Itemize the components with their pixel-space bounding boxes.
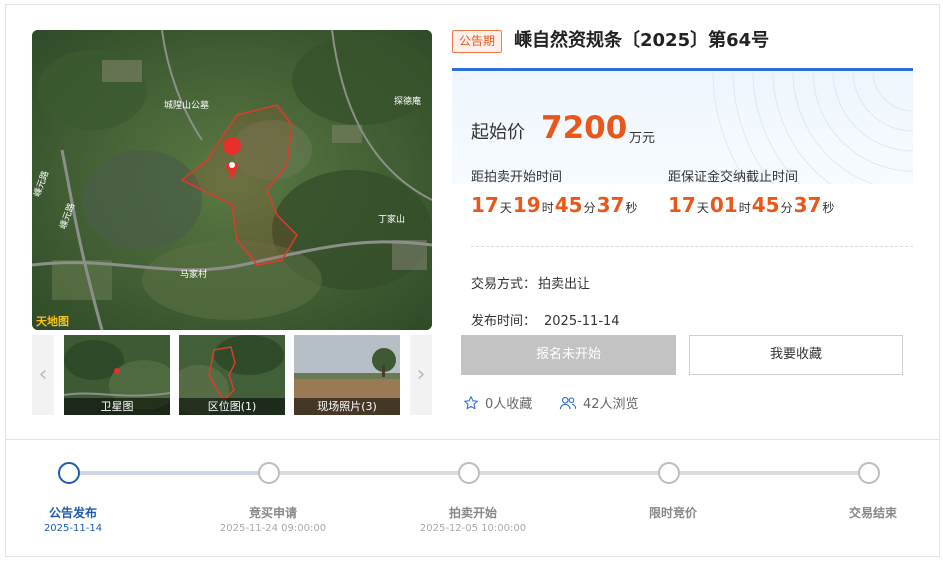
- price-unit: 万元: [629, 131, 656, 146]
- chevron-left-icon: ‹: [38, 362, 48, 387]
- map-label-1: 城隍山公墓: [164, 99, 209, 111]
- price-value: 7200: [541, 110, 628, 146]
- progress-step-name: 交易结束: [848, 506, 897, 520]
- trade-method-row: 交易方式： 拍卖出让: [471, 273, 590, 292]
- status-badge: 公告期: [452, 30, 503, 53]
- countdown-hours: 19: [512, 193, 541, 217]
- progress-node-end: [858, 462, 880, 484]
- users-icon: [559, 396, 577, 409]
- publish-time-label: 发布时间：: [471, 314, 537, 329]
- trade-method-label: 交易方式：: [471, 277, 537, 292]
- thumbnail-location[interactable]: 区位图(1): [179, 335, 285, 415]
- map-label-4: 马家村: [180, 268, 207, 280]
- publish-time-row: 发布时间： 2025-11-14: [471, 310, 620, 329]
- progress-step-name: 公告发布: [48, 506, 97, 520]
- progress-node-auction: [458, 462, 480, 484]
- countdown-days: 17: [668, 193, 696, 217]
- countdown-minutes: 45: [554, 193, 583, 217]
- progress-step-name: 限时竞价: [648, 506, 697, 520]
- countdown-auction: 17天19时45分37秒: [471, 193, 638, 217]
- register-button[interactable]: 报名未开始: [461, 335, 676, 375]
- chevron-right-icon: ›: [416, 362, 426, 387]
- countdown-deposit: 17天01时45分37秒: [668, 193, 835, 217]
- progress-step-date: 2025-11-24 09:00:00: [219, 523, 327, 534]
- favorites-text: 0人收藏: [485, 397, 533, 412]
- views-count: 42人浏览: [559, 393, 639, 412]
- satellite-map-image[interactable]: 城隍山公墓 探德庵 丁家山 马家村 嵊元路 嵊元路 天地图: [32, 30, 432, 330]
- progress-step-name: 竞买申请: [248, 506, 297, 520]
- progress-node-bidding: [658, 462, 680, 484]
- dashed-divider: [471, 246, 913, 247]
- views-text: 42人浏览: [583, 397, 639, 412]
- progress-line: [680, 471, 860, 475]
- thumbnail-caption: 现场照片(3): [294, 398, 400, 415]
- thumbnail-caption: 卫星图: [64, 398, 170, 415]
- card-divider: [5, 439, 940, 440]
- progress-node-publish: [58, 462, 80, 484]
- price-label: 起始价: [471, 122, 525, 143]
- favorites-count[interactable]: 0人收藏: [463, 393, 532, 412]
- map-label-3: 丁家山: [378, 213, 405, 225]
- thumbnail-prev-button[interactable]: ‹: [32, 335, 54, 415]
- progress-line: [480, 471, 660, 475]
- countdown-seconds: 37: [793, 193, 822, 217]
- progress-step-name: 拍卖开始: [448, 506, 497, 520]
- progress-line: [80, 471, 260, 475]
- thumbnail-next-button[interactable]: ›: [410, 335, 432, 415]
- publish-time-value: 2025-11-14: [544, 314, 620, 329]
- progress-step-date: 2025-11-14: [43, 523, 103, 534]
- countdown-auction-label: 距拍卖开始时间: [471, 170, 563, 185]
- countdown-deposit-label: 距保证金交纳截止时间: [668, 170, 799, 185]
- thumbnail-site-photo[interactable]: 现场照片(3): [294, 335, 400, 415]
- collect-button[interactable]: 我要收藏: [689, 335, 903, 375]
- countdown-minutes: 45: [751, 193, 780, 217]
- thumbnail-satellite[interactable]: 卫星图: [64, 335, 170, 415]
- map-watermark: 天地图: [36, 314, 69, 328]
- progress-step-date: 2025-12-05 10:00:00: [419, 523, 527, 534]
- progress-line: [280, 471, 460, 475]
- progress-node-apply: [258, 462, 280, 484]
- countdown-hours: 01: [709, 193, 738, 217]
- trade-method-value: 拍卖出让: [538, 277, 591, 292]
- countdown-seconds: 37: [596, 193, 625, 217]
- listing-title: 嵊自然资规条〔2025〕第64号: [514, 30, 770, 51]
- countdown-days: 17: [471, 193, 499, 217]
- star-icon: [464, 395, 478, 409]
- thumbnail-caption: 区位图(1): [179, 398, 285, 415]
- map-label-2: 探德庵: [394, 95, 421, 107]
